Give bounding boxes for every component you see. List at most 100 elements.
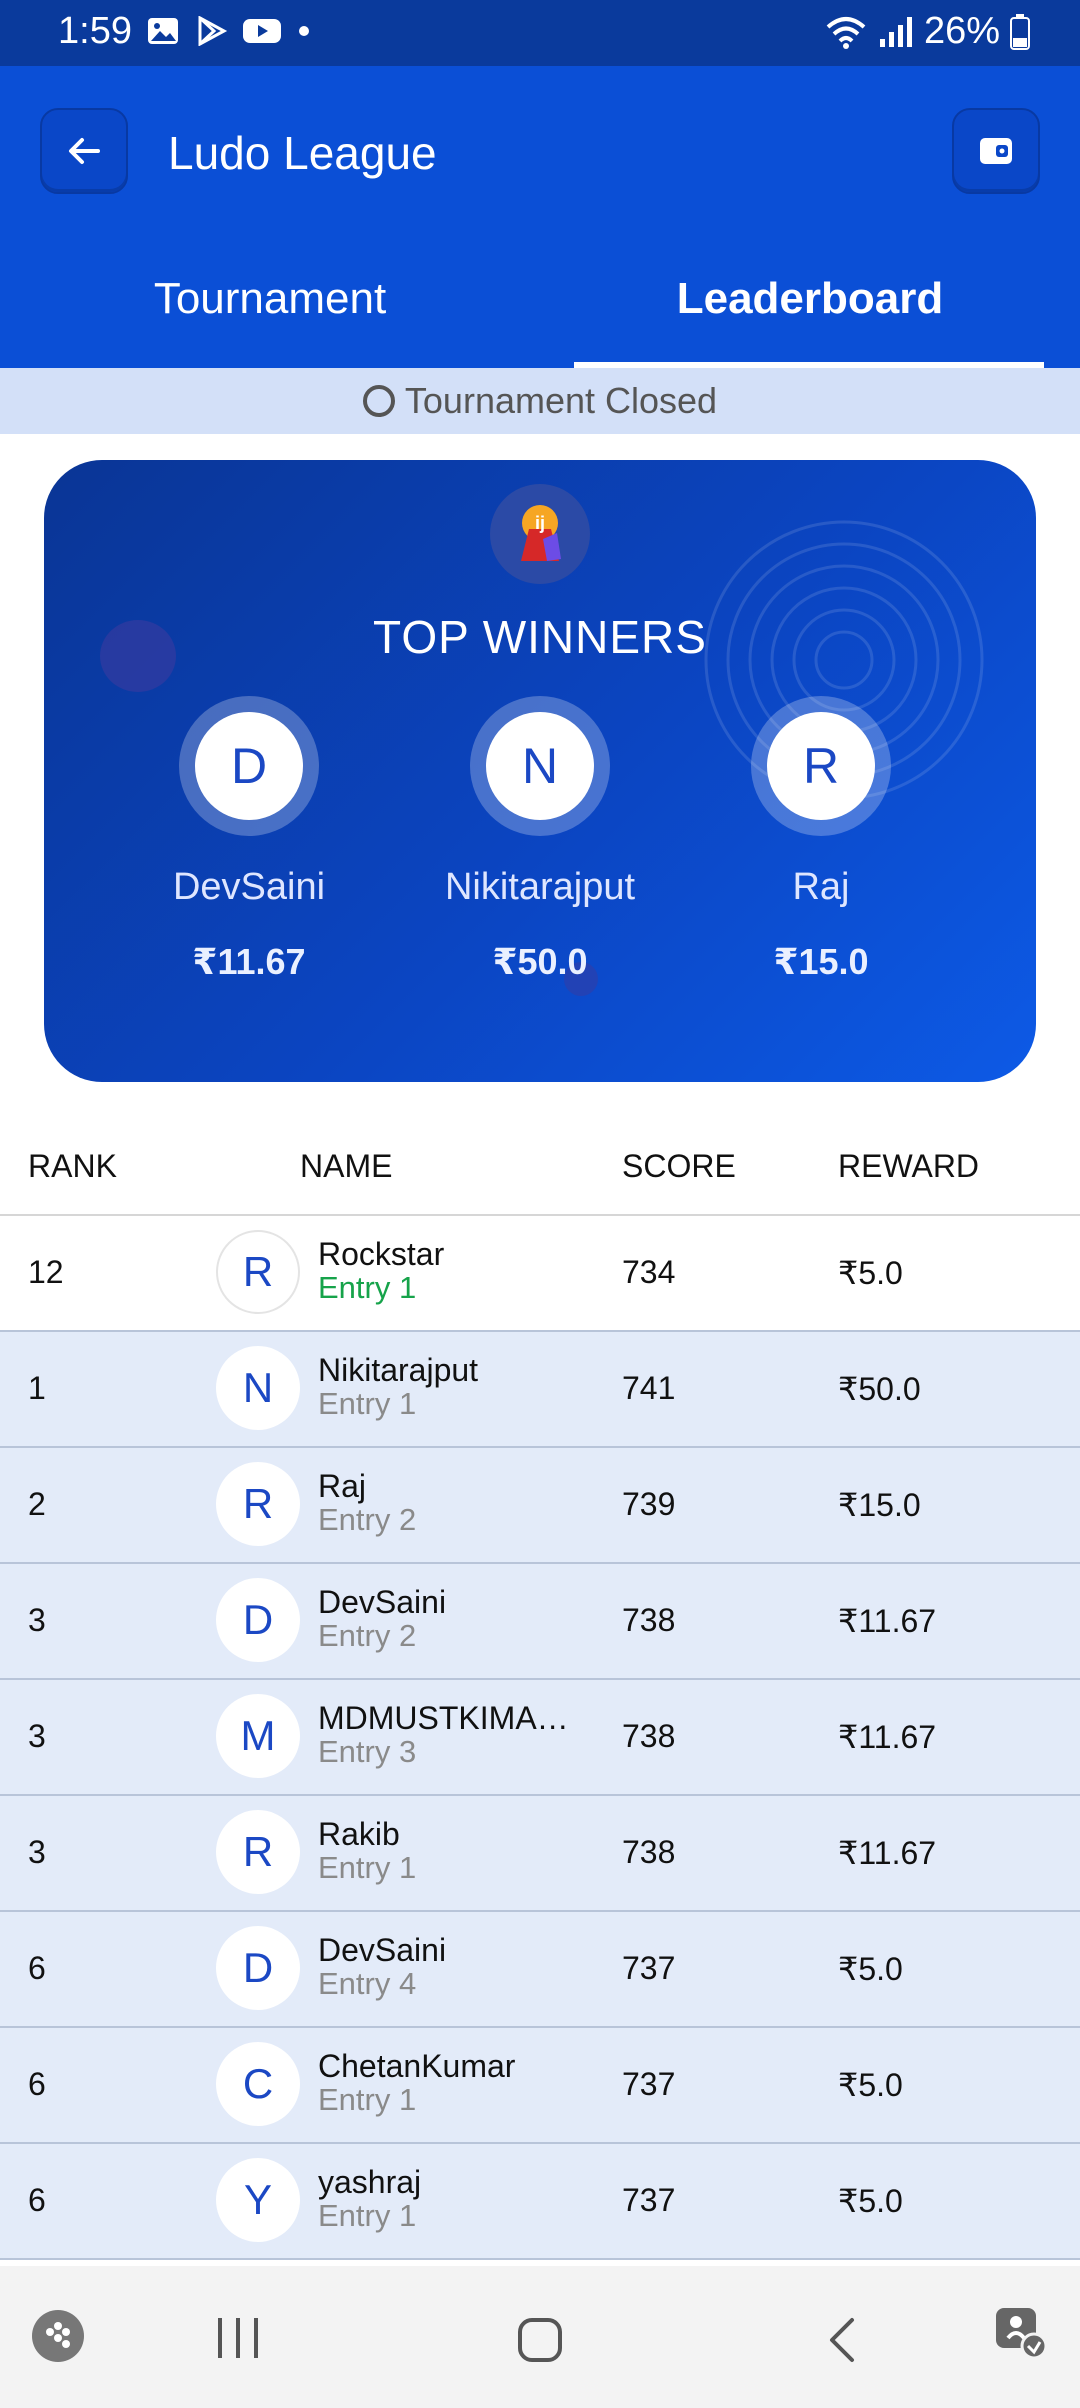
column-header-reward: REWARD xyxy=(838,1148,980,1184)
table-row[interactable]: 6 D DevSaini Entry 4 737 ₹5.0 xyxy=(0,1912,1080,2028)
row-score: 738 xyxy=(622,1602,676,1638)
table-row[interactable]: 3 R Rakib Entry 1 738 ₹11.67 xyxy=(0,1796,1080,1912)
play-store-icon xyxy=(198,16,228,46)
row-score: 737 xyxy=(622,2182,676,2218)
leaderboard-table: 12 R Rockstar Entry 1 734 ₹5.0 1 N Nikit… xyxy=(0,1216,1080,2260)
row-entry: Entry 4 xyxy=(318,1966,417,2001)
column-header-rank: RANK xyxy=(28,1148,117,1184)
table-row[interactable]: 1 N Nikitarajput Entry 1 741 ₹50.0 xyxy=(0,1332,1080,1448)
tournament-status-banner: Tournament Closed xyxy=(0,368,1080,434)
row-entry: Entry 1 xyxy=(318,1850,417,1885)
avatar: D xyxy=(195,712,303,820)
home-icon[interactable] xyxy=(516,2316,564,2364)
gallery-icon xyxy=(148,18,178,44)
avatar: Y xyxy=(216,2158,300,2242)
page-title: Ludo League xyxy=(168,127,437,179)
row-entry: Entry 1 xyxy=(318,2082,417,2117)
table-row[interactable]: 2 R Raj Entry 2 739 ₹15.0 xyxy=(0,1448,1080,1564)
row-name: Rakib xyxy=(318,1816,400,1852)
dot-icon xyxy=(299,26,309,36)
tab-leaderboard[interactable]: Leaderboard xyxy=(540,274,1080,324)
tab-tournament[interactable]: Tournament xyxy=(0,274,540,324)
app-header: Ludo League Tournament Leaderboard xyxy=(0,66,1080,368)
top-winners-card: ij TOP WINNERS D DevSaini ₹11.67 N Nikit… xyxy=(44,460,1036,1082)
row-score: 738 xyxy=(622,1834,676,1870)
row-name: Nikitarajput xyxy=(318,1352,479,1388)
top-winners-title: TOP WINNERS xyxy=(373,611,707,663)
winner-amount: ₹11.67 xyxy=(192,941,306,982)
status-bar: 1:59 26% xyxy=(0,0,1080,66)
avatar: D xyxy=(216,1926,300,2010)
signal-icon xyxy=(879,16,912,47)
row-name: Rockstar xyxy=(318,1236,445,1272)
row-score: 741 xyxy=(622,1370,676,1406)
trophy-icon: ij xyxy=(490,484,590,584)
row-rank: 6 xyxy=(28,2066,46,2102)
row-name: MDMUSTKIMANS... xyxy=(318,1700,588,1736)
winner-card[interactable]: R Raj ₹15.0 xyxy=(681,696,961,983)
winner-card[interactable]: N Nikitarajput ₹50.0 xyxy=(400,696,680,983)
row-rank: 3 xyxy=(28,1718,46,1754)
row-entry: Entry 3 xyxy=(318,1734,417,1769)
row-rank: 2 xyxy=(28,1486,46,1522)
winner-amount: ₹50.0 xyxy=(492,941,588,982)
avatar: M xyxy=(216,1694,300,1778)
battery-icon xyxy=(1010,13,1030,50)
avatar: N xyxy=(216,1346,300,1430)
avatar: R xyxy=(216,1810,300,1894)
row-name: DevSaini xyxy=(318,1584,447,1620)
row-reward: ₹11.67 xyxy=(838,1719,937,1755)
status-time: 1:59 xyxy=(58,10,132,52)
row-reward: ₹5.0 xyxy=(838,2067,903,2103)
tournament-status-text: Tournament Closed xyxy=(404,380,718,421)
svg-text:ij: ij xyxy=(535,513,545,533)
row-reward: ₹5.0 xyxy=(838,1255,903,1291)
table-row[interactable]: 3 M MDMUSTKIMANS... Entry 3 738 ₹11.67 xyxy=(0,1680,1080,1796)
winner-name: Nikitarajput xyxy=(444,866,636,908)
wifi-icon xyxy=(826,16,866,49)
row-entry: Entry 1 xyxy=(318,1270,417,1305)
avatar: N xyxy=(486,712,594,820)
row-rank: 3 xyxy=(28,1834,46,1870)
wallet-button[interactable] xyxy=(952,108,1040,194)
row-name: DevSaini xyxy=(318,1932,447,1968)
row-score: 738 xyxy=(622,1718,676,1754)
row-score: 739 xyxy=(622,1486,676,1522)
row-reward: ₹5.0 xyxy=(838,1951,903,1987)
row-reward: ₹11.67 xyxy=(838,1603,937,1639)
row-name: Raj xyxy=(318,1468,367,1504)
table-row[interactable]: 6 Y yashraj Entry 1 737 ₹5.0 xyxy=(0,2144,1080,2260)
nav-back-icon[interactable] xyxy=(826,2316,858,2364)
youtube-icon xyxy=(243,19,281,43)
avatar: D xyxy=(216,1578,300,1662)
row-entry: Entry 1 xyxy=(318,2198,417,2233)
system-nav-bar xyxy=(0,2266,1080,2408)
row-name: ChetanKumar xyxy=(318,2048,516,2084)
row-rank: 1 xyxy=(28,1370,46,1406)
table-row-own-entry[interactable]: 12 R Rockstar Entry 1 734 ₹5.0 xyxy=(0,1216,1080,1332)
game-launcher-icon[interactable] xyxy=(30,2308,86,2364)
winner-name: DevSaini xyxy=(172,866,326,908)
row-rank: 3 xyxy=(28,1602,46,1638)
winner-name: Raj xyxy=(792,866,850,908)
leaderboard-table-header: RANK NAME SCORE REWARD xyxy=(0,1130,1080,1216)
row-entry: Entry 2 xyxy=(318,1502,417,1537)
battery-percent: 26% xyxy=(923,10,1000,52)
back-button[interactable] xyxy=(40,108,128,194)
row-score: 734 xyxy=(622,1254,676,1290)
table-row[interactable]: 3 D DevSaini Entry 2 738 ₹11.67 xyxy=(0,1564,1080,1680)
row-reward: ₹50.0 xyxy=(838,1371,921,1407)
accessibility-icon[interactable] xyxy=(992,2304,1048,2360)
row-score: 737 xyxy=(622,2066,676,2102)
avatar: R xyxy=(216,1462,300,1546)
row-rank: 6 xyxy=(28,1950,46,1986)
row-score: 737 xyxy=(622,1950,676,1986)
recents-icon[interactable] xyxy=(214,2316,262,2360)
avatar: R xyxy=(216,1230,300,1314)
row-rank: 12 xyxy=(28,1254,64,1290)
winner-card[interactable]: D DevSaini ₹11.67 xyxy=(109,696,389,983)
avatar: C xyxy=(216,2042,300,2126)
table-row[interactable]: 6 C ChetanKumar Entry 1 737 ₹5.0 xyxy=(0,2028,1080,2144)
column-header-name: NAME xyxy=(300,1148,393,1184)
row-reward: ₹5.0 xyxy=(838,2183,903,2219)
